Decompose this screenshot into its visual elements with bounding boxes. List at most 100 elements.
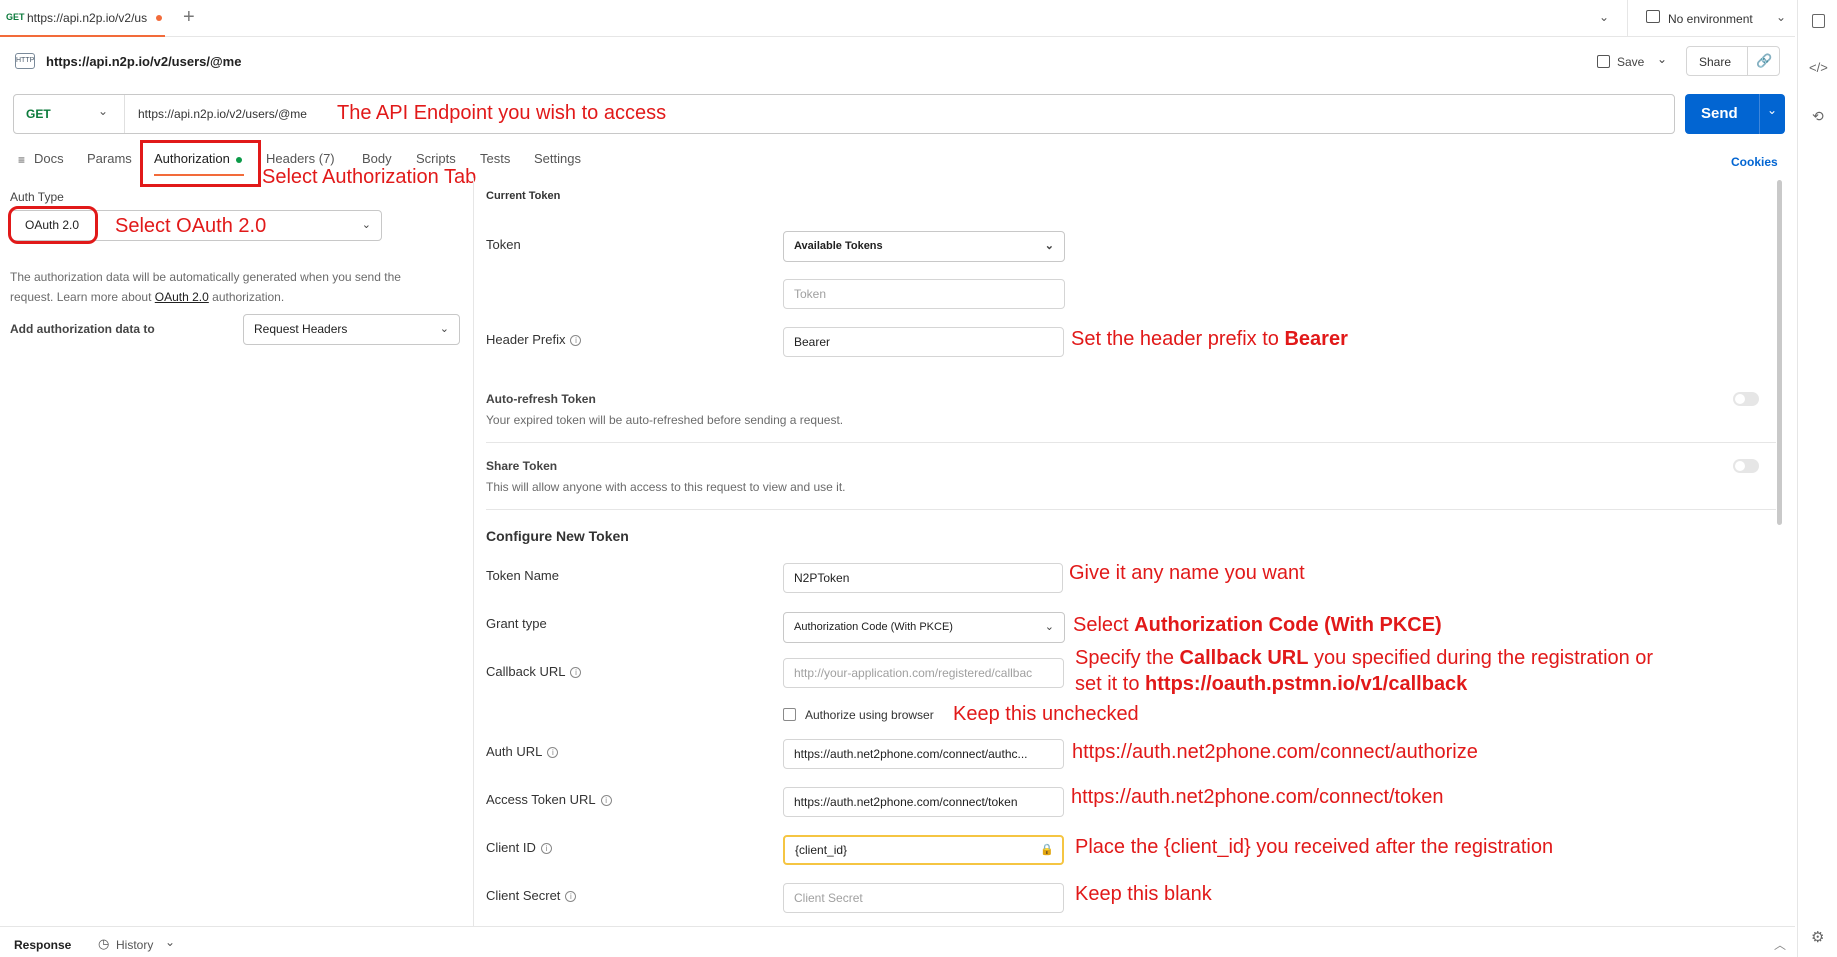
tabs-dropdown-icon[interactable]: ⌄ — [1599, 10, 1609, 24]
available-tokens-select[interactable]: Available Tokens ⌄ — [783, 231, 1065, 262]
unsaved-dot-icon — [156, 15, 162, 21]
code-icon[interactable]: </> — [1809, 60, 1828, 75]
annotation-auth-tab: Select Authorization Tab — [262, 166, 477, 188]
save-options-chevron-icon[interactable]: ⌄ — [1657, 52, 1667, 66]
chevron-down-icon: ⌄ — [361, 219, 371, 231]
share-token-toggle[interactable] — [1733, 459, 1759, 473]
annotation-token-url: https://auth.net2phone.com/connect/token — [1071, 786, 1444, 808]
annotation-prefix-text: Set the header prefix to — [1071, 328, 1285, 350]
authorize-browser-checkbox[interactable] — [783, 708, 796, 721]
auto-refresh-toggle[interactable] — [1733, 392, 1759, 406]
method-label: GET — [26, 107, 51, 121]
annotation-name: Give it any name you want — [1069, 562, 1305, 584]
auth-description-line2: request. Learn more about OAuth 2.0 auth… — [10, 287, 470, 307]
chevron-down-icon: ⌄ — [98, 104, 109, 118]
info-icon: i — [570, 335, 582, 346]
client-id-label: Client ID i — [486, 840, 552, 855]
response-tab[interactable]: Response — [14, 938, 71, 952]
request-tab[interactable]: GET https://api.n2p.io/v2/us — [0, 0, 165, 37]
callback-url-input[interactable]: http://your-application.com/registered/c… — [783, 658, 1064, 688]
auth-description-line1: The authorization data will be automatic… — [10, 270, 401, 284]
send-label: Send — [1701, 105, 1738, 122]
annotation-client-id: Place the {client_id} you received after… — [1075, 836, 1554, 858]
header-prefix-label: Header Prefix i — [486, 332, 582, 347]
tab-body[interactable]: Body — [362, 151, 392, 166]
token-input[interactable]: Token — [783, 279, 1065, 309]
annotation-unchecked: Keep this unchecked — [953, 703, 1139, 725]
auth-url-input[interactable]: https://auth.net2phone.com/connect/authc… — [783, 739, 1064, 769]
grant-type-label: Grant type — [486, 616, 547, 631]
callback-url-label: Callback URL i — [486, 664, 582, 679]
annotation-callback2-bold: https://oauth.pstmn.io/v1/callback — [1145, 673, 1468, 695]
panel-divider — [473, 178, 474, 926]
tab-tests[interactable]: Tests — [480, 151, 510, 166]
current-token-heading: Current Token — [486, 190, 561, 202]
expand-panel-chevron-icon[interactable]: ︿ — [1774, 936, 1786, 953]
cookies-link[interactable]: Cookies — [1731, 155, 1778, 169]
client-secret-label-text: Client Secret — [486, 888, 561, 903]
request-name[interactable]: https://api.n2p.io/v2/users/@me — [46, 54, 241, 69]
share-divider — [1747, 47, 1748, 75]
oauth-learn-more-link[interactable]: OAuth 2.0 — [155, 290, 209, 304]
info-icon: i — [540, 843, 552, 854]
token-name-label: Token Name — [486, 568, 559, 583]
settings-icon[interactable]: ⚙ — [1811, 928, 1824, 946]
tab-params[interactable]: Params — [87, 151, 132, 166]
grant-type-select[interactable]: Authorization Code (With PKCE) ⌄ — [783, 612, 1065, 643]
annotation-blank: Keep this blank — [1075, 883, 1212, 905]
url-input[interactable]: https://api.n2p.io/v2/users/@me — [138, 107, 307, 121]
add-auth-data-value: Request Headers — [254, 322, 348, 336]
add-auth-data-label: Add authorization data to — [10, 322, 155, 336]
configure-token-heading: Configure New Token — [486, 528, 629, 544]
save-label: Save — [1617, 55, 1645, 69]
environment-selector[interactable]: No environment ⌄ — [1627, 0, 1797, 37]
related-icon[interactable]: ⟲ — [1812, 108, 1824, 125]
annotation-prefix: Set the header prefix to Bearer — [1071, 328, 1348, 351]
save-button[interactable]: Save ⌄ — [1593, 48, 1673, 76]
annotation-oauth: Select OAuth 2.0 — [115, 215, 267, 237]
token-name-input[interactable]: N2PToken — [783, 563, 1063, 593]
new-tab-plus-icon[interactable]: + — [183, 6, 195, 29]
share-button[interactable]: Share 🔗 — [1686, 46, 1780, 76]
client-secret-input[interactable]: Client Secret — [783, 883, 1064, 913]
client-id-input[interactable]: {client_id} — [783, 835, 1064, 865]
send-button[interactable]: Send ⌄ — [1685, 94, 1785, 134]
chevron-down-icon: ⌄ — [439, 323, 449, 335]
annotation-callback-line1: Specify the Callback URL you specified d… — [1075, 647, 1653, 670]
chevron-down-icon[interactable]: ⌄ — [165, 935, 175, 949]
method-selector[interactable]: GET ⌄ — [14, 95, 125, 133]
tab-method: GET — [6, 12, 25, 22]
auth-type-label: Auth Type — [10, 190, 64, 204]
tab-headers[interactable]: Headers (7) — [266, 151, 335, 166]
tab-scripts[interactable]: Scripts — [416, 151, 456, 166]
annotation-box-auth-tab — [140, 140, 261, 187]
section-divider — [486, 509, 1776, 510]
share-token-description: This will allow anyone with access to th… — [486, 480, 846, 494]
tab-url: https://api.n2p.io/v2/us — [27, 11, 148, 25]
annotation-callback2-text: set it to — [1075, 673, 1146, 695]
send-options-chevron-icon[interactable]: ⌄ — [1767, 103, 1777, 117]
history-icon: ◷ — [98, 936, 110, 951]
auth-url-label: Auth URL i — [486, 744, 559, 759]
tab-docs[interactable]: Docs — [34, 151, 64, 166]
header-prefix-input[interactable]: Bearer — [783, 327, 1064, 357]
tab-settings[interactable]: Settings — [534, 151, 581, 166]
access-token-url-input[interactable]: https://auth.net2phone.com/connect/token — [783, 787, 1064, 817]
auto-refresh-title: Auto-refresh Token — [486, 392, 596, 406]
save-icon — [1597, 55, 1610, 68]
section-divider — [486, 442, 1776, 443]
history-tab[interactable]: History — [116, 938, 153, 952]
link-icon[interactable]: 🔗 — [1756, 53, 1772, 69]
documentation-icon[interactable] — [1812, 14, 1825, 28]
add-auth-data-select[interactable]: Request Headers ⌄ — [243, 314, 460, 345]
annotation-callback-line2: set it to https://oauth.pstmn.io/v1/call… — [1075, 673, 1467, 696]
no-environment-icon — [1646, 10, 1660, 23]
top-tab-bar — [0, 0, 1795, 37]
annotation-endpoint: The API Endpoint you wish to access — [337, 102, 667, 124]
auth-url-label-text: Auth URL — [486, 744, 543, 759]
send-divider — [1759, 94, 1760, 134]
annotation-callback-text-a: Specify the — [1075, 647, 1180, 669]
client-id-label-text: Client ID — [486, 840, 536, 855]
annotation-grant-bold: Authorization Code (With PKCE) — [1134, 614, 1442, 636]
scrollbar-thumb[interactable] — [1777, 180, 1782, 525]
